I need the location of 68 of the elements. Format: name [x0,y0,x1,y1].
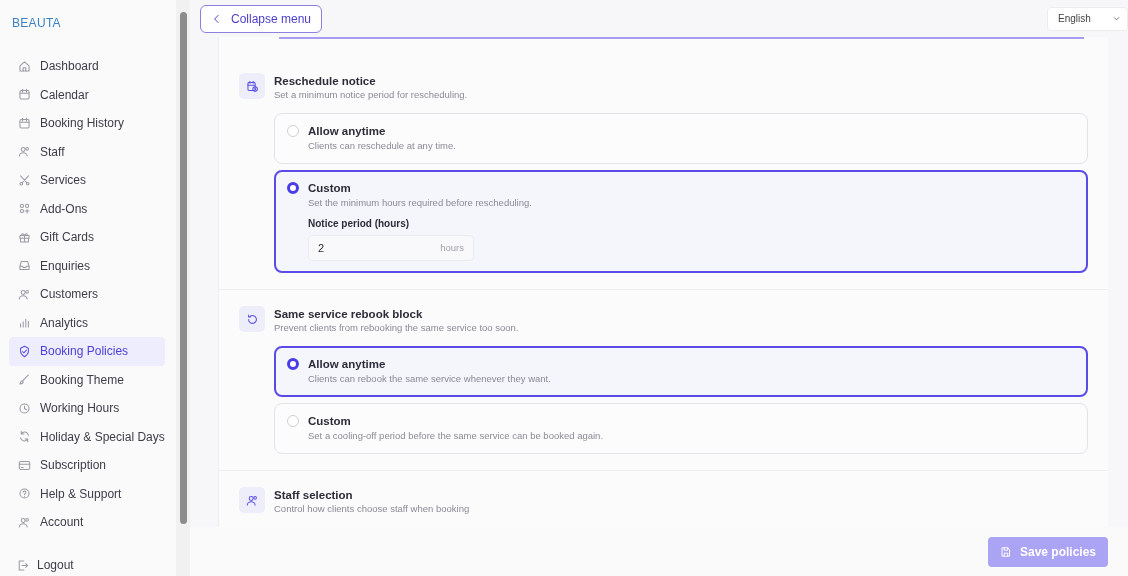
rotate-icon [245,312,259,326]
brush-icon [18,373,31,387]
section-description: Control how clients choose staff when booking [274,502,470,516]
people-icon [18,515,31,529]
option-title: Allow anytime [308,357,387,371]
option-card[interactable]: Custom Set a cooling-off period before the same service can be booked again. [274,403,1088,454]
people-icon [18,145,31,159]
logo: BEAUTA [12,15,61,32]
calendar-clock-icon [245,79,259,93]
option-title: Custom [308,414,352,428]
sidebar-item[interactable]: Add-Ons [9,194,165,223]
credit-card-icon [18,458,31,472]
section-title: Same service rebook block [274,307,424,321]
help-icon [18,487,31,501]
section-title: Reschedule notice [274,74,377,88]
notice-period-field[interactable]: 2 hours [308,235,474,261]
scissors-icon [18,173,31,187]
option-description: Clients can reschedule at any time. [308,139,456,153]
sidebar-item[interactable]: Dashboard [9,52,165,81]
language-select[interactable]: English [1047,6,1128,31]
option-card[interactable]: Allow anytime Clients can rebook the same service whenever they want. [274,346,1088,397]
sidebar-item[interactable]: Customers [9,280,165,309]
logout-icon [16,558,29,572]
sidebar-item[interactable]: Calendar [9,80,165,109]
grid-plus-icon [18,202,31,216]
sidebar-item[interactable]: Booking Policies [9,337,165,366]
unit-label: hours [440,240,464,255]
people-icon [245,493,259,507]
home-icon [18,59,31,73]
radio-button[interactable] [287,182,299,194]
field-label: Notice period (hours) [308,217,411,231]
gift-icon [18,230,31,244]
bar-chart-icon [18,316,31,330]
calendar-icon [18,116,31,130]
scrollbar[interactable] [176,0,190,576]
people-icon [18,287,31,301]
sidebar-item[interactable]: Staff [9,137,165,166]
sidebar-item[interactable]: Account [9,508,165,537]
shield-check-icon [18,344,31,358]
option-title: Custom [308,181,352,195]
sidebar-item[interactable]: Holiday & Special Days [9,422,165,451]
sidebar-item[interactable]: Enquiries [9,251,165,280]
section-description: Set a minimum notice period for rescheduling. [274,88,468,102]
collapse-menu-button[interactable]: Collapse menu [200,4,323,33]
sidebar-item[interactable]: Analytics [9,308,165,337]
sidebar-item[interactable]: Booking Theme [9,365,165,394]
sidebar-item[interactable]: Help & Support [9,479,165,508]
section-title: Staff selection [274,488,354,502]
sidebar-item[interactable]: Booking History [9,109,165,138]
clock-icon [18,401,31,415]
option-card[interactable]: Allow anytime Clients can reschedule at any time. [274,113,1088,164]
logout-button[interactable]: Logout [16,556,74,574]
inbox-icon [18,259,31,273]
refresh-icon [18,430,31,444]
save-icon [999,545,1012,558]
radio-button[interactable] [287,358,299,370]
option-title: Allow anytime [308,124,387,138]
sidebar-item[interactable]: Gift Cards [9,223,165,252]
chevron-down-icon [1112,14,1121,23]
section-description: Prevent clients from rebooking the same service too soon. [274,321,519,335]
calendar-icon [18,88,31,102]
option-description: Clients can rebook the same service whenever they want. [308,372,551,386]
option-description: Set a cooling-off period before the same service can be booked again. [308,429,604,443]
sidebar-item[interactable]: Working Hours [9,394,165,423]
option-description: Set the minimum hours required before rescheduling. [308,196,532,210]
sidebar-item[interactable]: Services [9,166,165,195]
option-card[interactable]: Custom Set the minimum hours required before rescheduling. Notice period (hours) 2 hours [274,170,1088,273]
sidebar-item[interactable]: Subscription [9,451,165,480]
